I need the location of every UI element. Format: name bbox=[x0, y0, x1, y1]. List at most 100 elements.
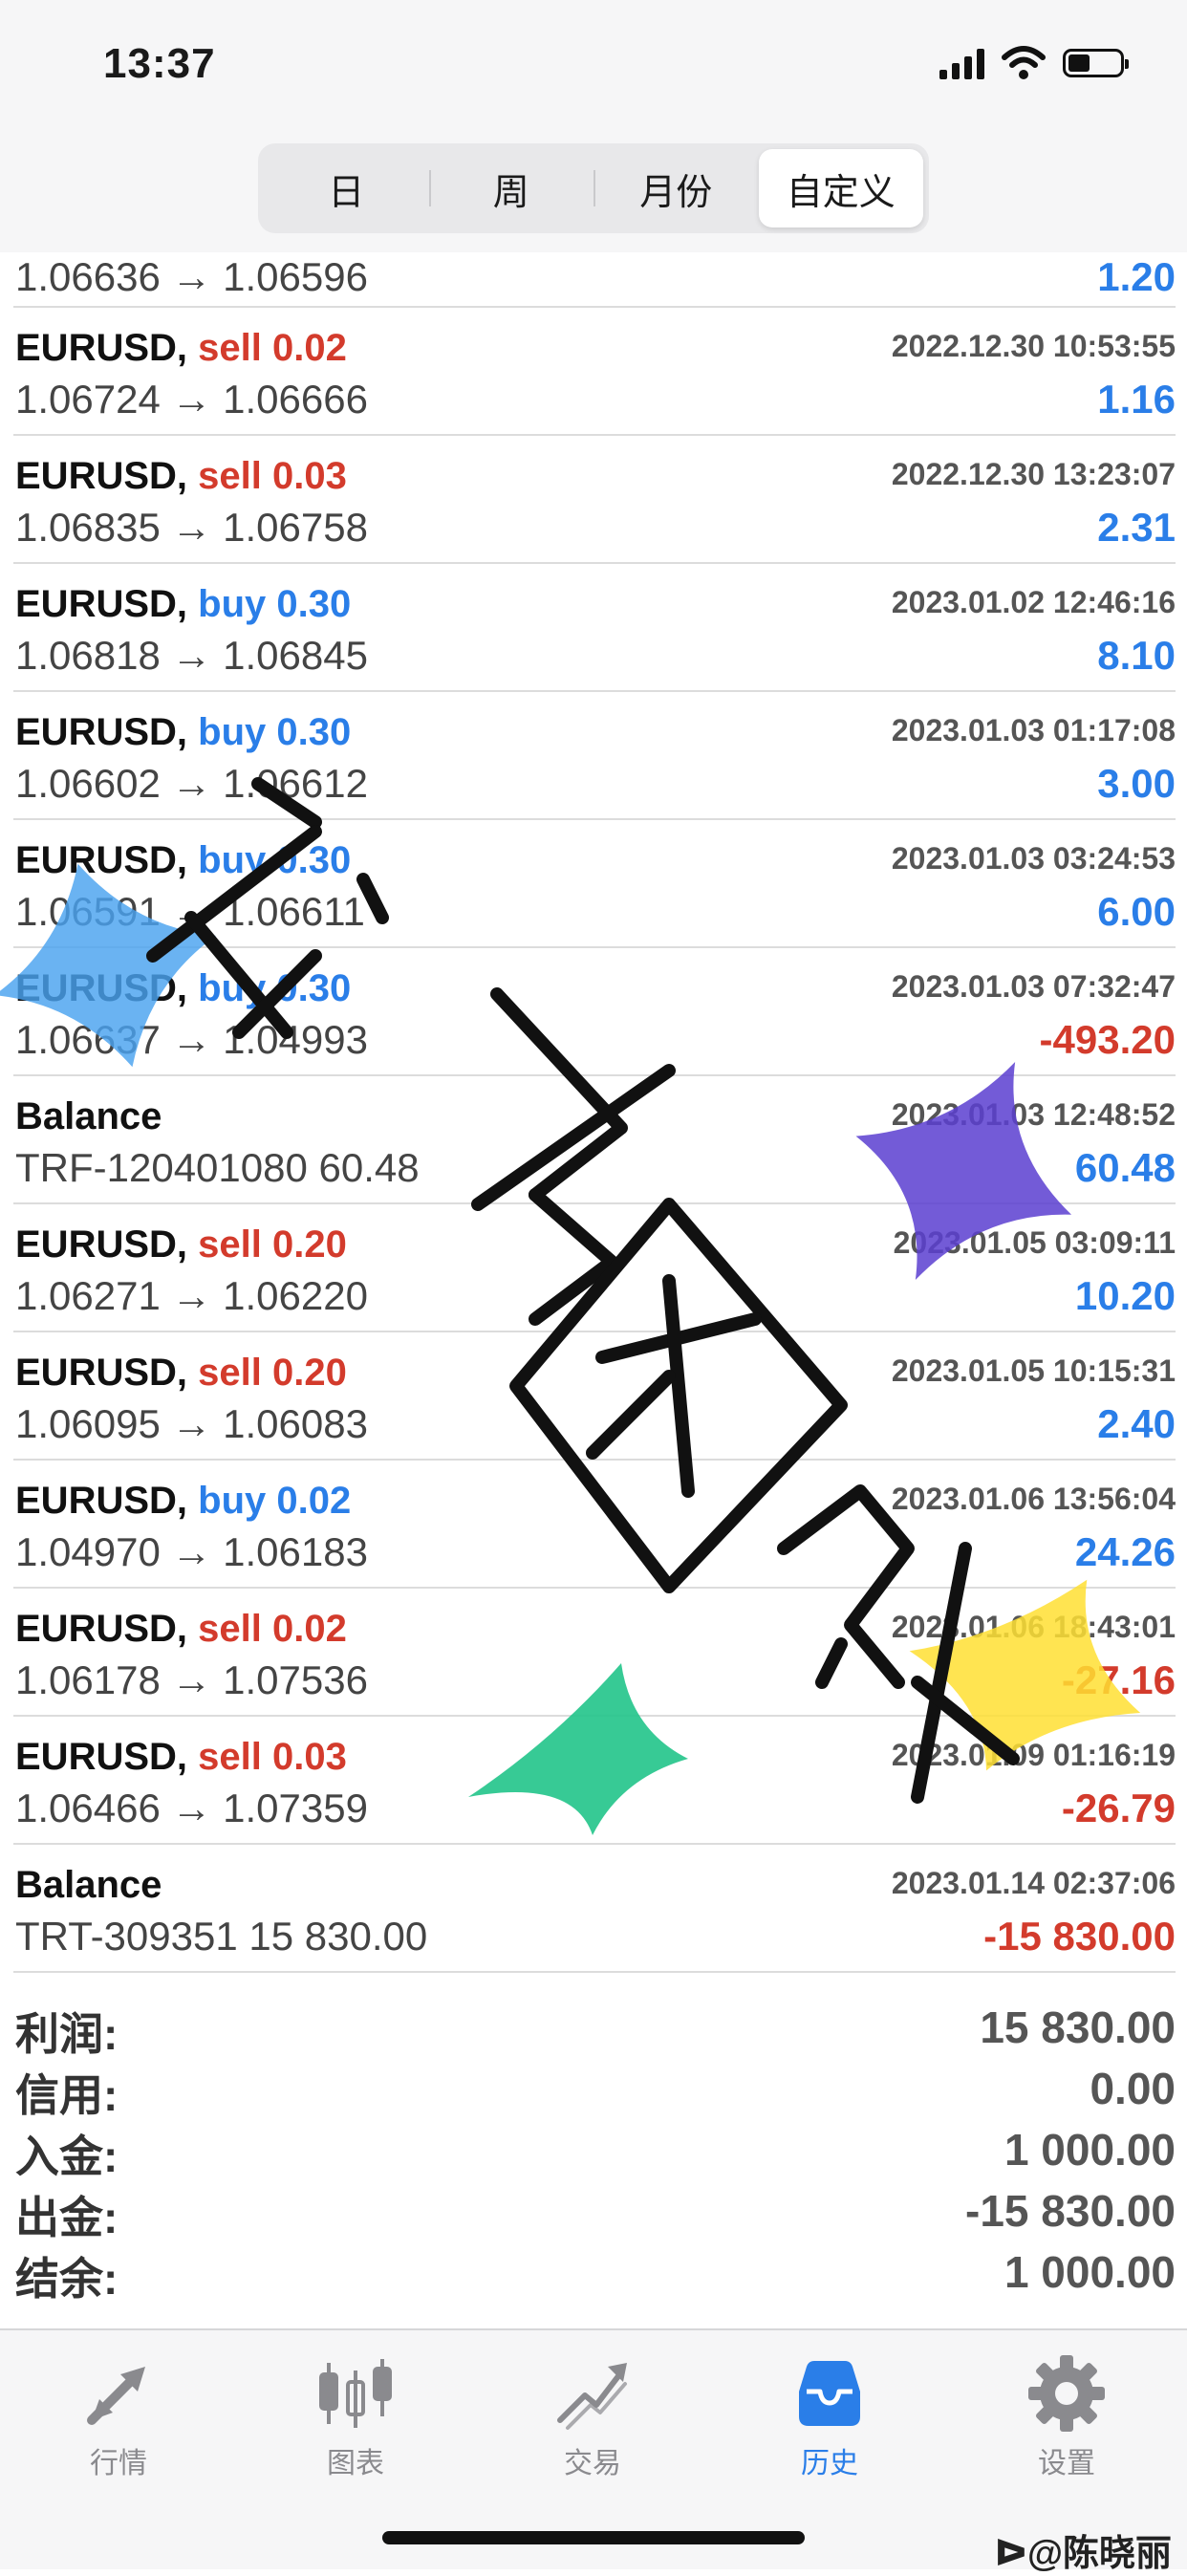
row-side-volume: buy 0.02 bbox=[198, 1480, 352, 1522]
row-symbol: EURUSD, bbox=[15, 711, 188, 753]
segment-1[interactable]: 周 bbox=[428, 149, 594, 227]
trade-row[interactable]: EURUSD, sell 0.20 2023.01.05 03:09:11 1.06… bbox=[13, 1204, 1176, 1332]
summary-value: 1 000.00 bbox=[1004, 2247, 1176, 2297]
cellular-signal-icon bbox=[939, 47, 984, 79]
row-prices: TRF-120401080 60.48 bbox=[15, 1145, 420, 1190]
row-side-volume: sell 0.02 bbox=[198, 327, 347, 369]
tab-history[interactable]: 历史 bbox=[711, 2353, 948, 2481]
battery-icon bbox=[1063, 49, 1129, 77]
balance-row[interactable]: Balance 2023.01.03 12:48:52 TRF-120401080 … bbox=[13, 1076, 1176, 1204]
row-time: 2023.01.14 02:37:06 bbox=[891, 1866, 1176, 1900]
row-side-volume: sell 0.20 bbox=[198, 1223, 347, 1266]
home-indicator[interactable] bbox=[382, 2531, 805, 2544]
gear-icon bbox=[1028, 2355, 1105, 2432]
row-time: 2023.01.05 10:15:31 bbox=[891, 1353, 1176, 1388]
trade-row[interactable]: EURUSD, sell 0.20 2023.01.05 10:15:31 1.06… bbox=[13, 1332, 1176, 1461]
summary-label: 结余: bbox=[15, 2254, 119, 2304]
summary-row: 入金: 1 000.00 bbox=[13, 2122, 1176, 2183]
row-symbol: EURUSD, bbox=[15, 1352, 188, 1394]
candlestick-chart-icon bbox=[319, 2359, 392, 2428]
summary-value: 0.00 bbox=[1090, 2064, 1176, 2113]
summary-value: 1 000.00 bbox=[1004, 2125, 1176, 2175]
row-prices: 1.06602 → 1.06612 bbox=[15, 761, 368, 806]
row-symbol: EURUSD, bbox=[15, 455, 188, 497]
trade-row[interactable]: EURUSD, sell 0.03 2023.01.09 01:16:19 1.06… bbox=[13, 1717, 1176, 1845]
balance-row[interactable]: Balance 2023.01.14 02:37:06 TRT-309351 15 … bbox=[13, 1845, 1176, 1973]
history-row-partial[interactable]: 1.06636 → 1.06596 1.20 bbox=[13, 250, 1176, 308]
row-profit: -15 830.00 bbox=[983, 1914, 1176, 1959]
row-time: 2023.01.05 03:09:11 bbox=[893, 1225, 1176, 1260]
row-symbol: EURUSD, bbox=[15, 839, 188, 881]
row-profit: 10.20 bbox=[1074, 1273, 1176, 1318]
status-icons bbox=[939, 46, 1129, 80]
trade-row[interactable]: EURUSD, buy 0.30 2023.01.03 07:32:47 1.066… bbox=[13, 948, 1176, 1076]
app-header: 13:37 日周月份 自定义 bbox=[0, 0, 1187, 252]
row-prices: TRT-309351 15 830.00 bbox=[15, 1914, 428, 1959]
row-title: EURUSD, sell 0.20 bbox=[15, 1352, 347, 1395]
summary-row: 信用: 0.00 bbox=[13, 2061, 1176, 2122]
summary-row: 出金: -15 830.00 bbox=[13, 2183, 1176, 2244]
row-symbol: EURUSD, bbox=[15, 1608, 188, 1650]
tab-label: 图表 bbox=[327, 2448, 384, 2479]
trade-row[interactable]: EURUSD, sell 0.03 2022.12.30 13:23:07 1.06… bbox=[13, 436, 1176, 564]
row-prices: 1.06637 → 1.04993 bbox=[15, 1017, 368, 1062]
history-list: 1.06636 → 1.06596 1.20 EURUSD, sell 0.02… bbox=[0, 250, 1187, 1973]
row-symbol: EURUSD, bbox=[15, 1223, 188, 1266]
row-symbol: EURUSD, bbox=[15, 1736, 188, 1778]
row-symbol: Balance bbox=[15, 1095, 162, 1137]
wifi-icon bbox=[1002, 46, 1046, 79]
row-prices: 1.04970 → 1.06183 bbox=[15, 1529, 368, 1574]
row-time: 2022.12.30 13:23:07 bbox=[891, 457, 1176, 491]
trade-row[interactable]: EURUSD, buy 0.30 2023.01.03 01:17:08 1.066… bbox=[13, 692, 1176, 820]
row-profit: 2.40 bbox=[1097, 1401, 1176, 1446]
tab-charts[interactable]: 图表 bbox=[237, 2353, 474, 2481]
row-title: EURUSD, buy 0.30 bbox=[15, 839, 351, 882]
tab-quotes[interactable]: 行情 bbox=[0, 2353, 237, 2481]
row-prices: 1.06835 → 1.06758 bbox=[15, 505, 368, 550]
row-prices: 1.06271 → 1.06220 bbox=[15, 1273, 368, 1318]
tab-label: 交易 bbox=[564, 2448, 621, 2479]
summary-row: 结余: 1 000.00 bbox=[13, 2244, 1176, 2305]
row-time: 2023.01.03 01:17:08 bbox=[891, 713, 1176, 747]
row-title: EURUSD, sell 0.02 bbox=[15, 327, 347, 370]
trade-row[interactable]: EURUSD, sell 0.02 2023.01.06 18:43:01 1.06… bbox=[13, 1589, 1176, 1717]
row-symbol: EURUSD, bbox=[15, 967, 188, 1009]
watermark-credit: ᐅ@陈晓丽 bbox=[994, 2534, 1172, 2574]
summary-label: 信用: bbox=[15, 2070, 119, 2120]
row-prices: 1.06818 → 1.06845 bbox=[15, 633, 368, 678]
row-time: 2023.01.09 01:16:19 bbox=[891, 1738, 1176, 1772]
row-side-volume: buy 0.30 bbox=[198, 583, 352, 625]
row-symbol: Balance bbox=[15, 1864, 162, 1906]
segment-2[interactable]: 月份 bbox=[594, 149, 759, 227]
row-profit: -27.16 bbox=[1061, 1657, 1176, 1702]
row-profit: 2.31 bbox=[1097, 505, 1176, 550]
status-time: 13:37 bbox=[103, 40, 216, 87]
trade-row[interactable]: EURUSD, sell 0.02 2022.12.30 10:53:55 1.06… bbox=[13, 308, 1176, 436]
trade-row[interactable]: EURUSD, buy 0.02 2023.01.06 13:56:04 1.049… bbox=[13, 1461, 1176, 1589]
summary-label: 利润: bbox=[15, 2009, 119, 2059]
row-prices: 1.06591 → 1.06611 bbox=[15, 889, 365, 934]
row-side-volume: buy 0.30 bbox=[198, 711, 352, 753]
tab-label: 历史 bbox=[801, 2448, 858, 2479]
row-profit: -493.20 bbox=[1039, 1017, 1176, 1062]
row-profit: 1.20 bbox=[1097, 254, 1176, 299]
segment-0[interactable]: 日 bbox=[264, 149, 429, 227]
row-side-volume: buy 0.30 bbox=[198, 967, 352, 1009]
tab-settings[interactable]: 设置 bbox=[948, 2353, 1185, 2481]
trade-row[interactable]: EURUSD, buy 0.30 2023.01.02 12:46:16 1.068… bbox=[13, 564, 1176, 692]
row-time: 2023.01.02 12:46:16 bbox=[891, 585, 1176, 619]
row-side-volume: sell 0.03 bbox=[198, 1736, 347, 1778]
segment-3[interactable]: 自定义 bbox=[758, 149, 923, 227]
row-symbol: EURUSD, bbox=[15, 1480, 188, 1522]
row-title: EURUSD, sell 0.03 bbox=[15, 1736, 347, 1779]
row-title: Balance bbox=[15, 1095, 162, 1138]
row-title: EURUSD, buy 0.30 bbox=[15, 967, 351, 1010]
row-prices: 1.06095 → 1.06083 bbox=[15, 1401, 368, 1446]
period-segmented-control: 日周月份 自定义 bbox=[258, 143, 929, 233]
row-profit: 8.10 bbox=[1097, 633, 1176, 678]
row-title: EURUSD, sell 0.03 bbox=[15, 455, 347, 498]
trade-row[interactable]: EURUSD, buy 0.30 2023.01.03 03:24:53 1.065… bbox=[13, 820, 1176, 948]
summary-value: -15 830.00 bbox=[965, 2186, 1176, 2236]
tab-trade[interactable]: 交易 bbox=[474, 2353, 711, 2481]
summary-row: 利润: 15 830.00 bbox=[13, 2000, 1176, 2061]
